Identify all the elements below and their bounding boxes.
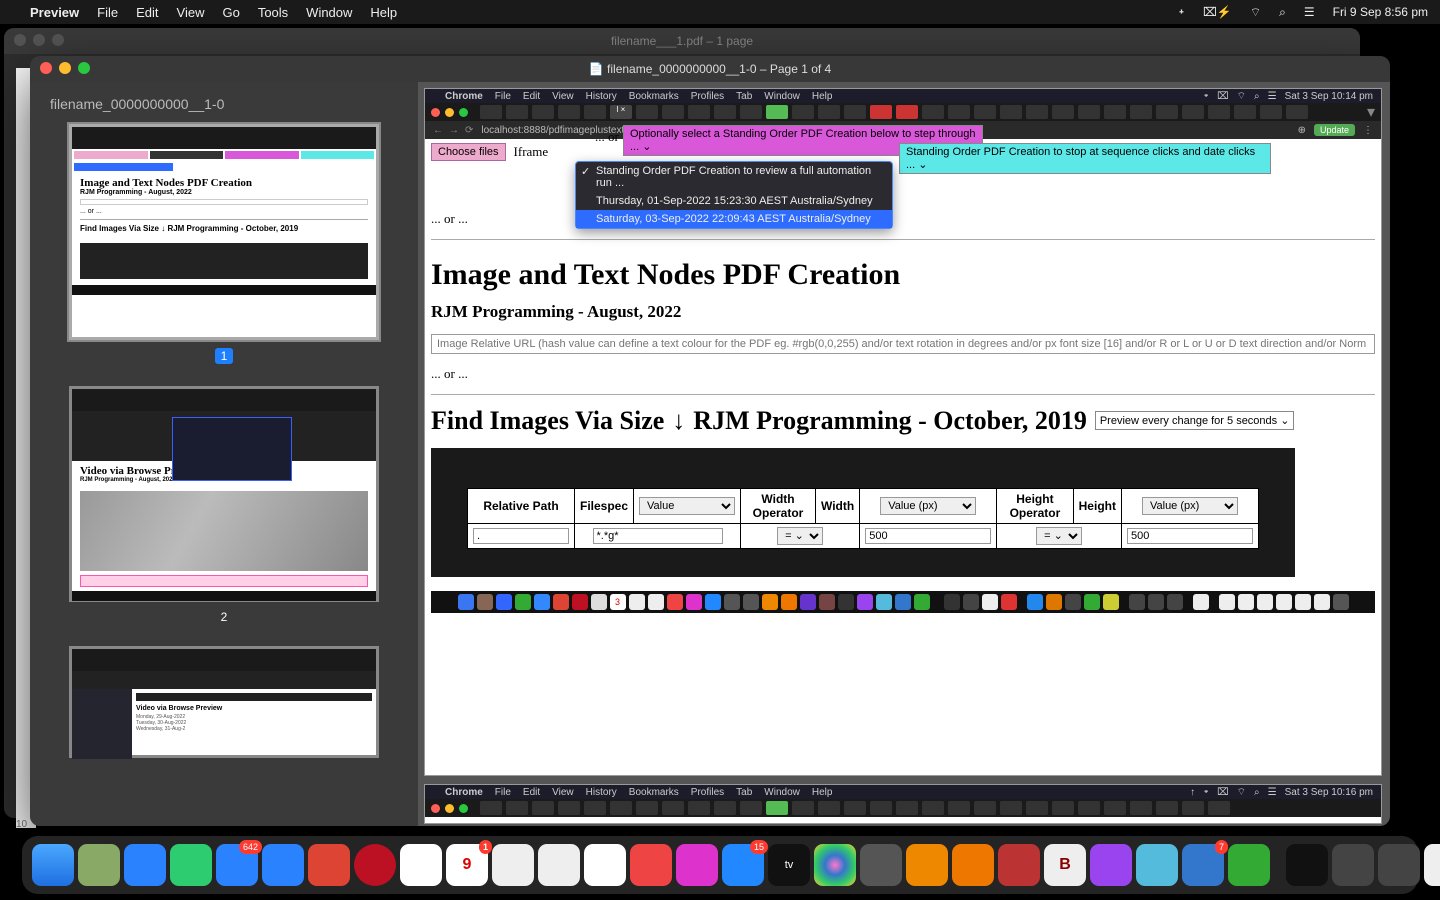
dock-app[interactable] xyxy=(814,844,856,886)
thumb-page-num-1: 1 xyxy=(215,348,234,364)
dock-app[interactable] xyxy=(1136,844,1178,886)
menubar-clock[interactable]: Fri 9 Sep 8:56 pm xyxy=(1333,5,1428,19)
dropdown-opt-2: Thursday, 01-Sep-2022 15:23:30 AEST Aust… xyxy=(576,192,892,210)
appstore-icon[interactable]: 15 xyxy=(722,844,764,886)
update-button: Update xyxy=(1314,124,1355,136)
mac-dock[interactable]: 642 91 15 tv B 7 xyxy=(22,836,1418,894)
zoom-icon[interactable] xyxy=(78,62,90,74)
dock-app[interactable] xyxy=(1228,844,1270,886)
dock-app[interactable] xyxy=(860,844,902,886)
music-icon[interactable] xyxy=(630,844,672,886)
height-input xyxy=(1127,528,1253,544)
thumbnail-sidebar[interactable]: filename_0000000000__1-0 Image and Text … xyxy=(30,82,418,826)
filter-table: Relative Path Filespec Value Width Opera… xyxy=(467,488,1259,549)
page-heading: Image and Text Nodes PDF Creation xyxy=(431,258,1375,292)
terminal-icon[interactable] xyxy=(1286,844,1328,886)
dock-app[interactable] xyxy=(1378,844,1420,886)
filespec-input xyxy=(593,528,723,544)
dock-app[interactable]: 7 xyxy=(1182,844,1224,886)
find-heading-b: RJM Programming - October, 2019 xyxy=(693,406,1087,436)
document-area[interactable]: Chrome File Edit View History Bookmarks … xyxy=(418,82,1390,826)
preview-select: Preview every change for 5 seconds ⌄ xyxy=(1095,411,1295,430)
battery-icon[interactable]: ⌧⚡ xyxy=(1203,5,1232,19)
maps-icon[interactable] xyxy=(308,844,350,886)
window-titlebar[interactable]: 📄 filename_0000000000__1-0 – Page 1 of 4 xyxy=(30,56,1390,82)
iframe-label: Iframe xyxy=(510,144,553,160)
filter-panel: Relative Path Filespec Value Width Opera… xyxy=(431,448,1295,577)
bluetooth-icon[interactable]: ᛭ xyxy=(1178,5,1185,19)
relpath-input xyxy=(473,528,569,544)
thumbnail-page-3[interactable]: Video via Browse Preview Monday, 29-Aug-… xyxy=(69,646,379,758)
back-icon: ← xyxy=(433,125,443,136)
dock-app[interactable]: B xyxy=(1044,844,1086,886)
menu-window[interactable]: Window xyxy=(306,5,352,20)
menu-help[interactable]: Help xyxy=(370,5,397,20)
close-icon[interactable] xyxy=(40,62,52,74)
tv-icon[interactable]: tv xyxy=(768,844,810,886)
pdf-page-1: Chrome File Edit View History Bookmarks … xyxy=(424,88,1382,776)
standing-order-dropdown: Standing Order PDF Creation to review a … xyxy=(575,161,893,229)
bg-page-number: 10 xyxy=(16,819,27,830)
width-input xyxy=(865,528,991,544)
width-op: = ⌄ xyxy=(777,527,823,545)
notes-icon[interactable] xyxy=(584,844,626,886)
menu-file[interactable]: File xyxy=(97,5,118,20)
arrow-down-icon: ↓ xyxy=(672,405,685,436)
height-op: = ⌄ xyxy=(1036,527,1082,545)
dropdown-opt-3: Saturday, 03-Sep-2022 22:09:43 AEST Aust… xyxy=(576,210,892,228)
finder-icon[interactable] xyxy=(32,844,74,886)
dock-app[interactable] xyxy=(906,844,948,886)
menu-edit[interactable]: Edit xyxy=(136,5,158,20)
stop-select: Standing Order PDF Creation to stop at s… xyxy=(899,143,1271,174)
preview-window: 📄 filename_0000000000__1-0 – Page 1 of 4… xyxy=(30,56,1390,826)
thumb-page-num-2: 2 xyxy=(221,610,228,624)
page-subheading: RJM Programming - August, 2022 xyxy=(431,302,1375,322)
calendar-icon[interactable]: 91 xyxy=(446,844,488,886)
minimize-icon[interactable] xyxy=(59,62,71,74)
dock-app[interactable] xyxy=(952,844,994,886)
menu-tools[interactable]: Tools xyxy=(258,5,288,20)
inner-mac-menubar: Chrome File Edit View History Bookmarks … xyxy=(425,89,1381,103)
menu-go[interactable]: Go xyxy=(222,5,239,20)
dock-app[interactable] xyxy=(78,844,120,886)
spotlight-icon[interactable]: ⌕ xyxy=(1279,5,1286,20)
inner-clock: Sat 3 Sep 10:14 pm xyxy=(1285,91,1373,102)
sidebar-title: filename_0000000000__1-0 xyxy=(50,96,398,112)
window-title: filename_0000000000__1-0 – Page 1 of 4 xyxy=(607,62,831,76)
textedit-icon[interactable] xyxy=(1424,844,1440,886)
messages-icon[interactable] xyxy=(170,844,212,886)
thumbnail-page-1[interactable]: Image and Text Nodes PDF Creation RJM Pr… xyxy=(69,124,379,340)
reminders-icon[interactable] xyxy=(538,844,580,886)
contacts-icon[interactable] xyxy=(492,844,534,886)
podcasts-icon[interactable] xyxy=(676,844,718,886)
dock-app[interactable] xyxy=(1090,844,1132,886)
menubar-app[interactable]: Preview xyxy=(30,5,79,20)
dock-app[interactable] xyxy=(262,844,304,886)
thumbnail-page-2[interactable]: Video via Browse Preview RJM Programming… xyxy=(69,386,379,602)
dock-app[interactable] xyxy=(1332,844,1374,886)
wifi-icon[interactable]: ⌔ xyxy=(1250,5,1261,20)
mac-menubar: Preview File Edit View Go Tools Window H… xyxy=(0,0,1440,24)
control-center-icon[interactable]: ☰ xyxy=(1304,5,1315,19)
reload-icon: ⟳ xyxy=(465,125,473,136)
inner-dock: 3 xyxy=(431,591,1375,613)
inner-tabstrip: l × ▾ xyxy=(425,103,1381,121)
menu-view[interactable]: View xyxy=(177,5,205,20)
image-url-input xyxy=(431,334,1375,354)
dropdown-opt-1: Standing Order PDF Creation to review a … xyxy=(576,162,892,192)
mail-icon[interactable]: 642 xyxy=(216,844,258,886)
filezilla-icon[interactable] xyxy=(998,844,1040,886)
opera-icon[interactable] xyxy=(354,844,396,886)
choose-files-button: Choose files xyxy=(431,143,506,161)
forward-icon: → xyxy=(449,125,459,136)
photos-icon[interactable] xyxy=(400,844,442,886)
bg-window-title: filename___1.pdf – 1 page xyxy=(611,34,753,48)
find-heading-a: Find Images Via Size xyxy=(431,406,664,436)
safari-icon[interactable] xyxy=(124,844,166,886)
pdf-page-2: Chrome File Edit View History Bookmarks … xyxy=(424,784,1382,824)
